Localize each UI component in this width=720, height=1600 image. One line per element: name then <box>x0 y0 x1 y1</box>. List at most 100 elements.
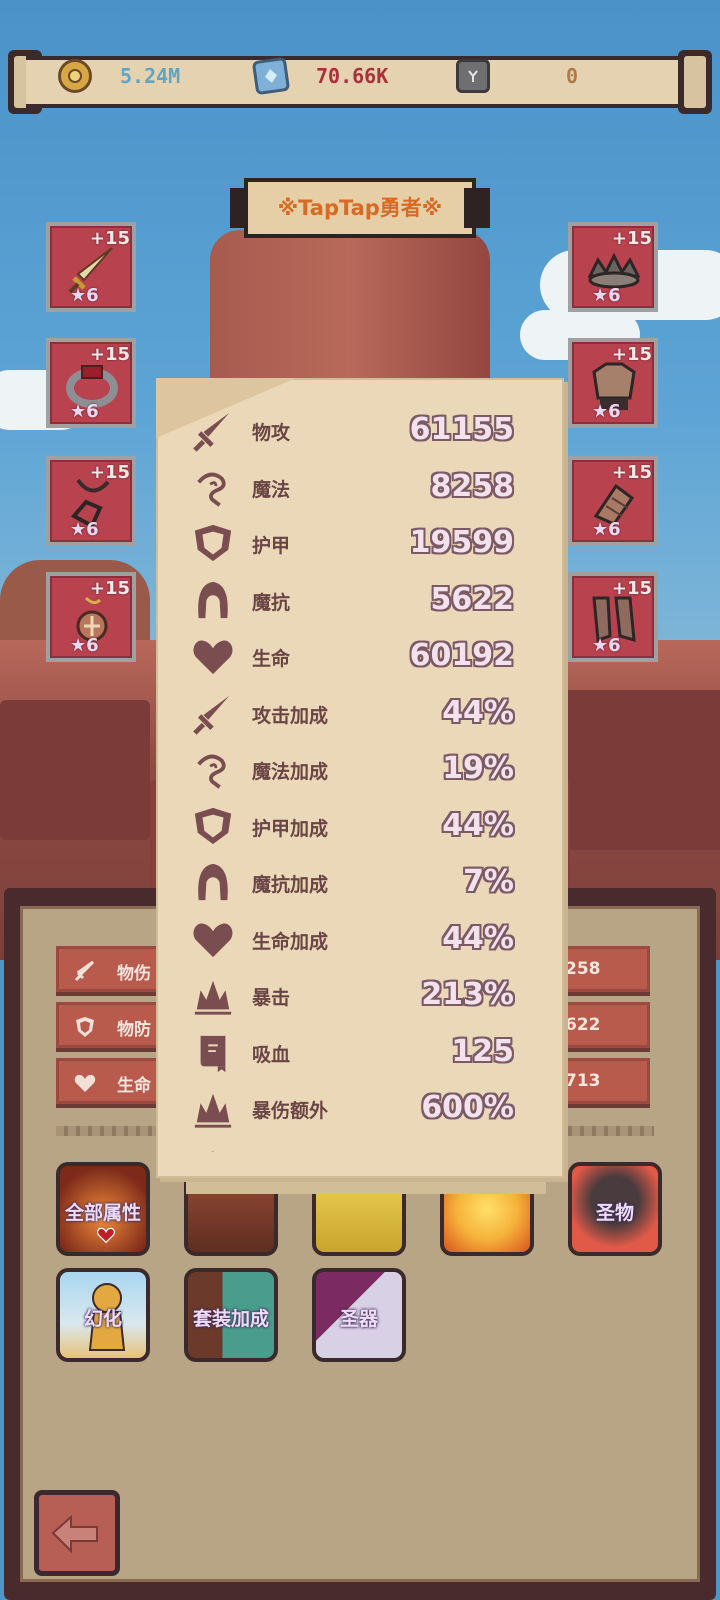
sword-icon <box>193 695 230 735</box>
stat-value: 713 <box>565 1071 601 1091</box>
panel-stat-row: 物伤 <box>56 946 168 992</box>
item-stars: ★6 <box>70 635 99 656</box>
equip-slot-necklace[interactable]: +15 ★6 <box>46 456 136 546</box>
attribute-row: 物攻 61155 <box>186 400 526 457</box>
attribute-name: 魔法加成 <box>252 761 329 783</box>
attribute-name: 护甲加成 <box>252 817 329 840</box>
stat-label: 生命 <box>117 1076 151 1096</box>
hero-title-banner: ※TapTap勇者※ <box>230 178 490 238</box>
attribute-list[interactable]: 物攻 61155 魔法 8258 护甲 19599 魔抗 5622 生命 60192 攻击加成 44%… <box>186 400 526 1152</box>
attribute-name: 物攻 <box>252 422 291 444</box>
panel-stat-value-row: 713 <box>556 1058 650 1104</box>
attribute-name: 暴伤额外 <box>252 1100 329 1122</box>
item-level: +15 <box>611 344 652 365</box>
resource-rune[interactable]: 0 <box>456 58 578 94</box>
back-button[interactable] <box>34 1490 120 1576</box>
item-stars: ★6 <box>592 401 621 422</box>
heart-icon <box>193 640 233 675</box>
transmog-button[interactable]: 幻化 <box>56 1268 150 1362</box>
resource-gold[interactable]: 5.24M <box>58 58 180 94</box>
resource-bar: 5.24M 70.66K 0 <box>8 50 712 114</box>
hood-icon <box>198 581 228 618</box>
equip-slot-gloves[interactable]: +15 ★6 <box>568 456 658 546</box>
attribute-name: 生命 <box>252 648 291 670</box>
crystal-value: 70.66K <box>316 64 389 88</box>
attribute-row: 魔抗 5622 <box>186 570 526 627</box>
shield-icon <box>194 524 232 562</box>
hero-title: ※TapTap勇者※ <box>277 196 443 220</box>
stat-label: 物伤 <box>117 964 151 984</box>
attribute-value: 125 <box>451 1033 514 1069</box>
resource-crystal[interactable]: 70.66K <box>251 56 389 96</box>
stat-value: 622 <box>565 1015 601 1035</box>
equip-slot-crown[interactable]: +15 ★6 <box>568 222 658 312</box>
equip-slot-boots[interactable]: +15 ★6 <box>568 572 658 662</box>
attribute-value: 19% <box>442 751 514 786</box>
heart-icon <box>97 1227 115 1244</box>
equip-slot-amulet[interactable]: +15 ★6 <box>46 572 136 662</box>
equip-slot-ring[interactable]: +15 ★6 <box>46 338 136 428</box>
set-bonus-button[interactable]: 套装加成 <box>184 1268 278 1362</box>
stat-label: 物防 <box>117 1020 151 1040</box>
button-label: 幻化 <box>83 1308 122 1330</box>
shield-icon <box>194 807 232 844</box>
all-attributes-button[interactable]: 全部属性 <box>56 1162 150 1256</box>
crit-burst-icon <box>212 1150 214 1152</box>
scroll-end <box>678 50 712 114</box>
button-label: 圣物 <box>595 1202 634 1224</box>
panel-stat-row: 物防 <box>56 1002 168 1048</box>
gold-coin-icon <box>58 59 92 93</box>
attribute-name: 魔抗 <box>252 591 291 614</box>
attribute-row: 护甲 19599 <box>186 513 526 570</box>
item-level: +15 <box>611 578 652 599</box>
back-arrow-icon <box>51 1514 98 1554</box>
attribute-name: 吸血 <box>252 1043 291 1066</box>
attribute-row: 暴伤额外 600% <box>186 1078 526 1135</box>
attribute-name: 护甲 <box>252 535 291 557</box>
attribute-value: 5622 <box>430 581 515 617</box>
relic-button[interactable]: 圣物 <box>568 1162 662 1256</box>
shield-icon <box>76 1017 94 1037</box>
rune-value: 0 <box>566 64 579 88</box>
item-level: +15 <box>89 344 130 365</box>
attribute-row: 护甲加成 44% <box>186 796 526 853</box>
attribute-name: 暴击 <box>252 987 291 1009</box>
attribute-row: 魔抗加成 7% <box>186 852 526 909</box>
item-stars: ★6 <box>592 635 621 656</box>
item-stars: ★6 <box>70 285 99 306</box>
attribute-row <box>186 1135 526 1152</box>
item-stars: ★6 <box>592 519 621 540</box>
attribute-row: 暴击 213% <box>186 965 526 1022</box>
equip-slot-armor[interactable]: +15 ★6 <box>568 338 658 428</box>
attribute-row: 魔法加成 19% <box>186 739 526 796</box>
attribute-name: 魔抗加成 <box>252 874 329 896</box>
item-level: +15 <box>611 228 652 249</box>
attribute-row: 魔法 8258 <box>186 457 526 514</box>
attribute-name: 攻击加成 <box>252 704 329 727</box>
attribute-row: 吸血 125 <box>186 1022 526 1079</box>
attribute-value: 8258 <box>430 468 515 504</box>
hood-icon <box>198 863 228 901</box>
item-stars: ★6 <box>70 519 99 540</box>
lifesteal-book-icon <box>200 1035 226 1072</box>
magic-swirl-icon <box>197 754 226 789</box>
cliff-rock <box>560 690 720 850</box>
stat-value: 258 <box>565 959 601 979</box>
heart-icon <box>193 923 233 957</box>
attribute-value: 7% <box>463 864 514 899</box>
attribute-value: 44% <box>442 920 514 956</box>
button-label: 全部属性 <box>64 1202 141 1224</box>
attribute-value: 19599 <box>409 525 514 560</box>
attribute-value: 44% <box>442 807 514 843</box>
popup-shadow <box>186 1178 546 1194</box>
panel-stat-value-row: 258 <box>556 946 650 992</box>
crit-burst-icon <box>194 980 232 1015</box>
item-level: +15 <box>89 228 130 249</box>
blue-crystal-icon <box>251 56 291 96</box>
dark-rune-icon <box>456 59 490 93</box>
panel-stat-row: 生命 <box>56 1058 168 1104</box>
equip-slot-sword[interactable]: +15 ★6 <box>46 222 136 312</box>
item-stars: ★6 <box>592 285 621 306</box>
heart-icon <box>74 1074 96 1092</box>
holy-artifact-button[interactable]: 圣器 <box>312 1268 406 1362</box>
